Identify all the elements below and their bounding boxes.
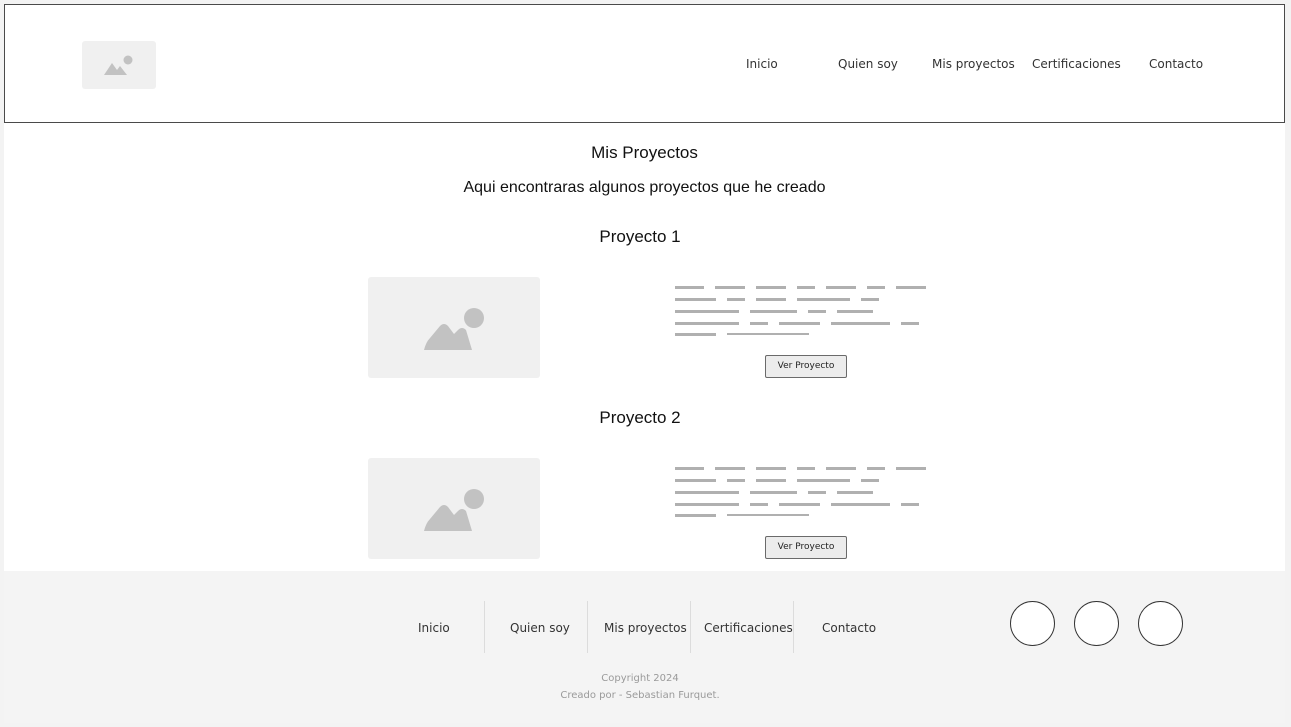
project-title: Proyecto 2	[599, 408, 681, 427]
nav-mis-proyectos[interactable]: Mis proyectos	[932, 57, 1015, 71]
text-placeholder	[675, 282, 935, 342]
footer-nav-inicio[interactable]: Inicio	[418, 621, 450, 635]
footer-nav-certificaciones[interactable]: Certificaciones	[704, 621, 793, 635]
project-title: Proyecto 1	[599, 227, 681, 246]
nav-inicio[interactable]: Inicio	[746, 57, 778, 71]
divider	[484, 601, 485, 653]
header: Inicio Quien soy Mis proyectos Certifica…	[4, 4, 1285, 123]
page-subtitle: Aqui encontraras algunos proyectos que h…	[463, 179, 826, 196]
footer-nav-contacto[interactable]: Contacto	[822, 621, 876, 635]
nav-quien-soy[interactable]: Quien soy	[838, 57, 898, 71]
divider	[793, 601, 794, 653]
credit-text: Creado por - Sebastian Furquet.	[560, 690, 720, 701]
image-placeholder-icon	[424, 489, 484, 531]
text-placeholder	[675, 463, 935, 523]
social-circle-icon[interactable]	[1138, 601, 1183, 646]
page-title: Mis Proyectos	[591, 143, 698, 162]
social-circle-icon[interactable]	[1074, 601, 1119, 646]
footer-nav-mis-proyectos[interactable]: Mis proyectos	[604, 621, 687, 635]
divider	[587, 601, 588, 653]
page: Inicio Quien soy Mis proyectos Certifica…	[4, 4, 1285, 723]
logo[interactable]	[82, 41, 156, 89]
footer: Inicio Quien soy Mis proyectos Certifica…	[4, 571, 1285, 723]
nav-contacto[interactable]: Contacto	[1149, 57, 1203, 71]
copyright-text: Copyright 2024	[601, 673, 679, 684]
ver-proyecto-button[interactable]: Ver Proyecto	[765, 355, 847, 378]
divider	[690, 601, 691, 653]
footer-nav-quien-soy[interactable]: Quien soy	[510, 621, 570, 635]
ver-proyecto-button[interactable]: Ver Proyecto	[765, 536, 847, 559]
image-placeholder-icon	[424, 308, 484, 350]
social-circle-icon[interactable]	[1010, 601, 1055, 646]
project-image	[368, 458, 540, 559]
nav-certificaciones[interactable]: Certificaciones	[1032, 57, 1121, 71]
image-placeholder-icon	[104, 55, 133, 75]
project-image	[368, 277, 540, 378]
